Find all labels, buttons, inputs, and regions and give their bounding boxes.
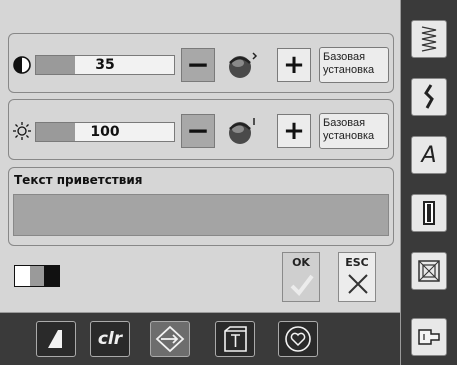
close-icon — [348, 274, 368, 294]
stitch-zigzag-button[interactable] — [411, 20, 447, 58]
sun-icon — [13, 122, 31, 140]
buttonhole-icon — [423, 201, 435, 225]
buttonhole-button[interactable] — [411, 194, 447, 232]
side-nav: A — [400, 0, 457, 365]
stitch-zigzag-icon — [421, 26, 437, 52]
embroidery-icon — [155, 325, 185, 353]
tension-icon — [224, 326, 247, 352]
welcome-text-panel: Текст приветствия — [8, 167, 394, 246]
setup-icon — [48, 330, 62, 348]
sewing-foot-icon — [418, 329, 440, 345]
contrast-icon — [13, 56, 31, 74]
alphabet-icon: A — [421, 142, 437, 168]
clear-button[interactable]: clr — [90, 321, 130, 357]
quilt-button[interactable] — [411, 252, 447, 290]
embroidery-button[interactable] — [150, 321, 190, 357]
alphabet-button[interactable]: A — [411, 136, 447, 174]
contrast-panel: 35 − + Базовая установка — [8, 33, 394, 93]
favorites-button[interactable] — [278, 321, 318, 357]
setup-button[interactable] — [36, 321, 76, 357]
settings-screen: 35 − + Базовая установка 100 − + Базовая… — [0, 0, 400, 312]
brightness-reset-label-line2: установка — [323, 130, 375, 142]
ok-button[interactable]: OK — [282, 252, 320, 302]
brightness-value: 100 — [90, 124, 120, 140]
stitch-wave-button[interactable] — [411, 78, 447, 116]
contrast-value-bar: 35 — [35, 55, 175, 75]
contrast-increase-button[interactable]: + — [277, 48, 311, 82]
clear-icon: clr — [97, 329, 123, 349]
esc-button[interactable]: ESC — [338, 252, 376, 302]
esc-label: ESC — [345, 256, 369, 269]
brightness-decrease-button[interactable]: − — [181, 114, 215, 148]
tension-button[interactable] — [215, 321, 255, 357]
brightness-reset-label-line1: Базовая — [323, 117, 366, 129]
rotate-icon — [229, 118, 255, 144]
brightness-increase-button[interactable]: + — [277, 114, 311, 148]
sewing-foot-button[interactable] — [411, 318, 447, 356]
rotate-icon — [229, 52, 258, 78]
check-icon — [290, 274, 314, 297]
contrast-reset-label-line2: установка — [323, 64, 375, 76]
brightness-reset-button[interactable]: Базовая установка — [319, 113, 389, 149]
contrast-reset-button[interactable]: Базовая установка — [319, 47, 389, 83]
quilt-icon — [418, 260, 440, 282]
ok-label: OK — [292, 256, 310, 269]
stitch-wave-icon — [424, 84, 434, 109]
contrast-value: 35 — [95, 57, 115, 73]
brightness-value-bar: 100 — [35, 122, 175, 142]
welcome-text-label: Текст приветствия — [14, 173, 143, 187]
contrast-decrease-button[interactable]: − — [181, 48, 215, 82]
welcome-text-field[interactable] — [13, 194, 389, 236]
display-mode-icon[interactable] — [14, 265, 60, 287]
contrast-reset-label-line1: Базовая — [323, 51, 366, 63]
heart-icon — [285, 326, 311, 352]
brightness-panel: 100 − + Базовая установка — [8, 99, 394, 160]
bottom-nav: clr — [0, 312, 400, 365]
